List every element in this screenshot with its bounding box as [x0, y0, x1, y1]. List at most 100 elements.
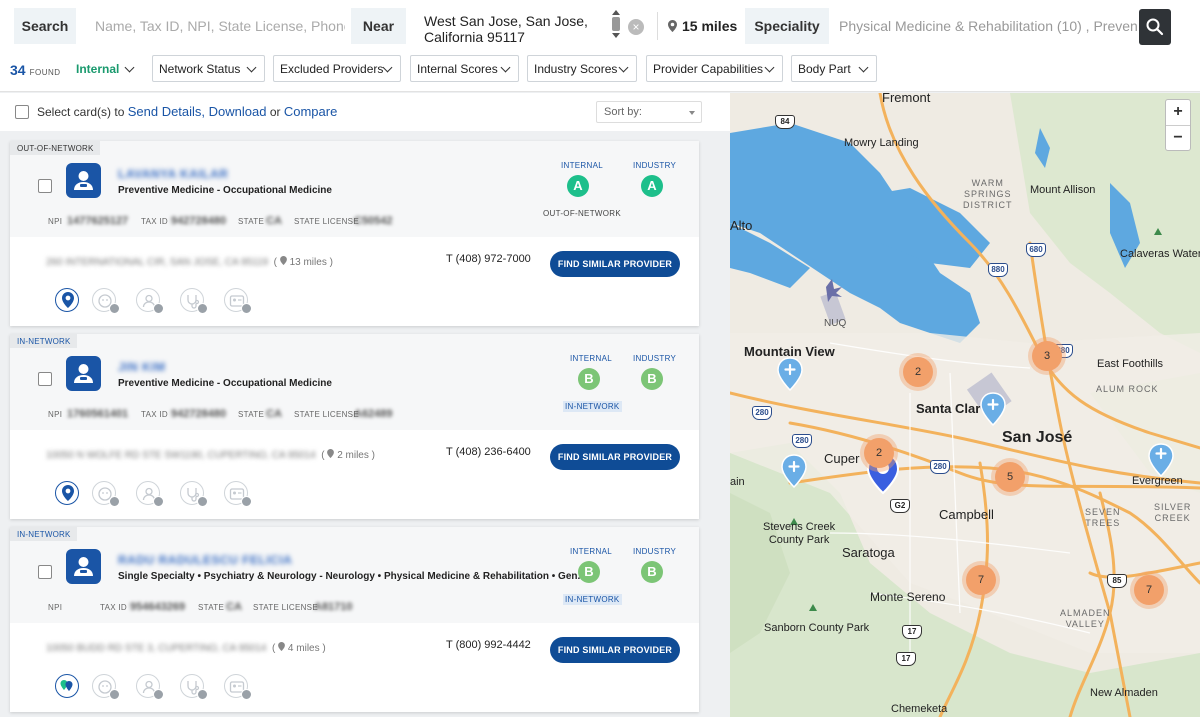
internal-grade: B	[578, 368, 600, 390]
filter-body-part[interactable]: Body Part	[791, 55, 877, 82]
map-label-district: DISTRICT	[963, 200, 1013, 210]
route-shield: 17	[902, 625, 922, 639]
tax-id-value: 954643269	[130, 601, 186, 613]
id-card-action[interactable]	[224, 481, 252, 507]
map-zoom-control: + −	[1165, 99, 1191, 151]
internal-grade: B	[578, 561, 600, 583]
provider-select-checkbox[interactable]	[38, 565, 52, 579]
filter-label: Body Part	[798, 61, 851, 76]
more-badge	[109, 496, 120, 507]
zoom-in-button[interactable]: +	[1166, 100, 1190, 126]
state-license-label: STATE LICENSE	[294, 217, 359, 226]
filter-network-status[interactable]: Network Status	[152, 55, 265, 82]
chevron-down-icon	[764, 62, 775, 73]
clear-location-button[interactable]: ×	[628, 19, 644, 35]
selection-text: Select card(s) to Send Details, Download…	[37, 104, 337, 119]
search-icon	[1146, 18, 1164, 36]
multi-location-pin-icon	[60, 680, 73, 691]
find-similar-provider-button[interactable]: FIND SIMILAR PROVIDER	[550, 637, 680, 663]
provider-cluster[interactable]: 3	[1032, 341, 1062, 371]
provider-card[interactable]: IN-NETWORK RADU RADULESCU FELICIA Single…	[10, 527, 699, 712]
search-input[interactable]: Name, Tax ID, NPI, State License, Phone …	[95, 8, 345, 44]
map-label-almaden: ALMADEN	[1060, 608, 1111, 618]
radius-selector[interactable]: 15 miles	[668, 18, 737, 34]
provider-avatar-icon	[66, 549, 101, 584]
provider-select-checkbox[interactable]	[38, 372, 52, 386]
id-card-action[interactable]	[224, 674, 252, 700]
filter-industry-scores[interactable]: Industry Scores	[527, 55, 637, 82]
facility-action[interactable]	[92, 288, 120, 314]
location-action[interactable]	[55, 481, 79, 505]
route-shield: 280	[792, 434, 812, 448]
network-status: OUT-OF-NETWORK	[543, 209, 621, 218]
provider-select-checkbox[interactable]	[38, 179, 52, 193]
speciality-input[interactable]: Physical Medicine & Rehabilitation (10) …	[839, 8, 1137, 44]
provider-cluster[interactable]: 7	[966, 565, 996, 595]
filter-excluded-providers[interactable]: Excluded Providers	[273, 55, 401, 82]
map-label-cupertino: Cuper	[824, 451, 860, 466]
map-label-seven: SEVEN	[1085, 507, 1121, 517]
provider-cluster[interactable]: 7	[1134, 575, 1164, 605]
provider-specialty: Preventive Medicine - Occupational Medic…	[118, 378, 332, 389]
compare-link[interactable]: Compare	[284, 104, 337, 119]
provider-cluster[interactable]: 5	[995, 462, 1025, 492]
filter-internal-scores[interactable]: Internal Scores	[410, 55, 519, 82]
filter-internal[interactable]: Internal	[69, 55, 143, 82]
sort-by-placeholder: Sort by:	[604, 106, 642, 118]
stethoscope-action[interactable]	[180, 674, 208, 700]
provider-name[interactable]: RADU RADULESCU FELICIA	[118, 553, 292, 567]
search-button[interactable]	[1139, 9, 1171, 45]
route-shield: 84	[775, 115, 795, 129]
near-label: Near	[351, 8, 406, 44]
find-similar-provider-button[interactable]: FIND SIMILAR PROVIDER	[550, 444, 680, 470]
industry-grade: A	[641, 175, 663, 197]
map-label-mountain-view: Mountain View	[744, 344, 835, 359]
more-badge	[197, 303, 208, 314]
stethoscope-action[interactable]	[180, 288, 208, 314]
provider-map[interactable]: Fremont Mowry Landing WARM SPRINGS DISTRIC…	[730, 93, 1200, 717]
provider-specialty: Preventive Medicine - Occupational Medic…	[118, 185, 332, 196]
provider-address: 260 INTERNATIONAL CIR, SAN JOSE, CA 9511…	[46, 256, 333, 268]
provider-card[interactable]: IN-NETWORK JIN KIM Preventive Medicine -…	[10, 334, 699, 519]
provider-name[interactable]: JIN KIM	[118, 360, 166, 374]
filter-provider-capabilities[interactable]: Provider Capabilities	[646, 55, 783, 82]
facility-action[interactable]	[92, 481, 120, 507]
select-all-checkbox[interactable]	[15, 105, 29, 119]
stethoscope-action[interactable]	[180, 481, 208, 507]
state-license-value: A81710	[314, 601, 353, 613]
send-details-download-link[interactable]: Send Details, Download	[128, 104, 267, 119]
zoom-out-button[interactable]: −	[1166, 126, 1190, 152]
map-label-ain: ain	[730, 476, 745, 488]
industry-grade: B	[641, 561, 663, 583]
provider-cluster[interactable]: 2	[864, 438, 894, 468]
map-label-stevens: Stevens Creek	[763, 521, 836, 533]
provider-phone: T (800) 992-4442	[446, 639, 531, 651]
facility-action[interactable]	[92, 674, 120, 700]
location-action[interactable]	[55, 674, 79, 698]
state-license-label: STATE LICENSE	[253, 603, 318, 612]
map-label-trees: TREES	[1085, 518, 1121, 528]
map-label-sanborn: Sanborn County Park	[764, 622, 870, 634]
route-shield: 280	[752, 406, 772, 420]
sort-by-select[interactable]: Sort by:	[596, 101, 702, 123]
profile-action[interactable]	[136, 481, 164, 507]
map-label-alto: Alto	[730, 218, 753, 233]
results-pane: Select card(s) to Send Details, Download…	[0, 93, 730, 717]
find-similar-provider-button[interactable]: FIND SIMILAR PROVIDER	[550, 251, 680, 277]
tax-id-label: TAX ID	[100, 603, 127, 612]
provider-card[interactable]: OUT-OF-NETWORK LAVANYA KAILAR Preventive…	[10, 141, 699, 326]
location-pin-icon	[62, 485, 74, 501]
provider-cluster[interactable]: 2	[903, 357, 933, 387]
filter-label: Provider Capabilities	[653, 61, 764, 76]
filter-label: Internal Scores	[417, 61, 498, 76]
profile-action[interactable]	[136, 288, 164, 314]
id-card-action[interactable]	[224, 288, 252, 314]
route-shield: 17	[896, 652, 916, 666]
near-input[interactable]: West San Jose, San Jose, California 9511…	[424, 13, 604, 45]
near-scrollbar[interactable]	[611, 10, 621, 44]
location-action[interactable]	[55, 288, 79, 312]
profile-action[interactable]	[136, 674, 164, 700]
network-status: IN-NETWORK	[563, 401, 622, 412]
map-label-silver: SILVER	[1154, 502, 1192, 512]
provider-name[interactable]: LAVANYA KAILAR	[118, 167, 228, 181]
